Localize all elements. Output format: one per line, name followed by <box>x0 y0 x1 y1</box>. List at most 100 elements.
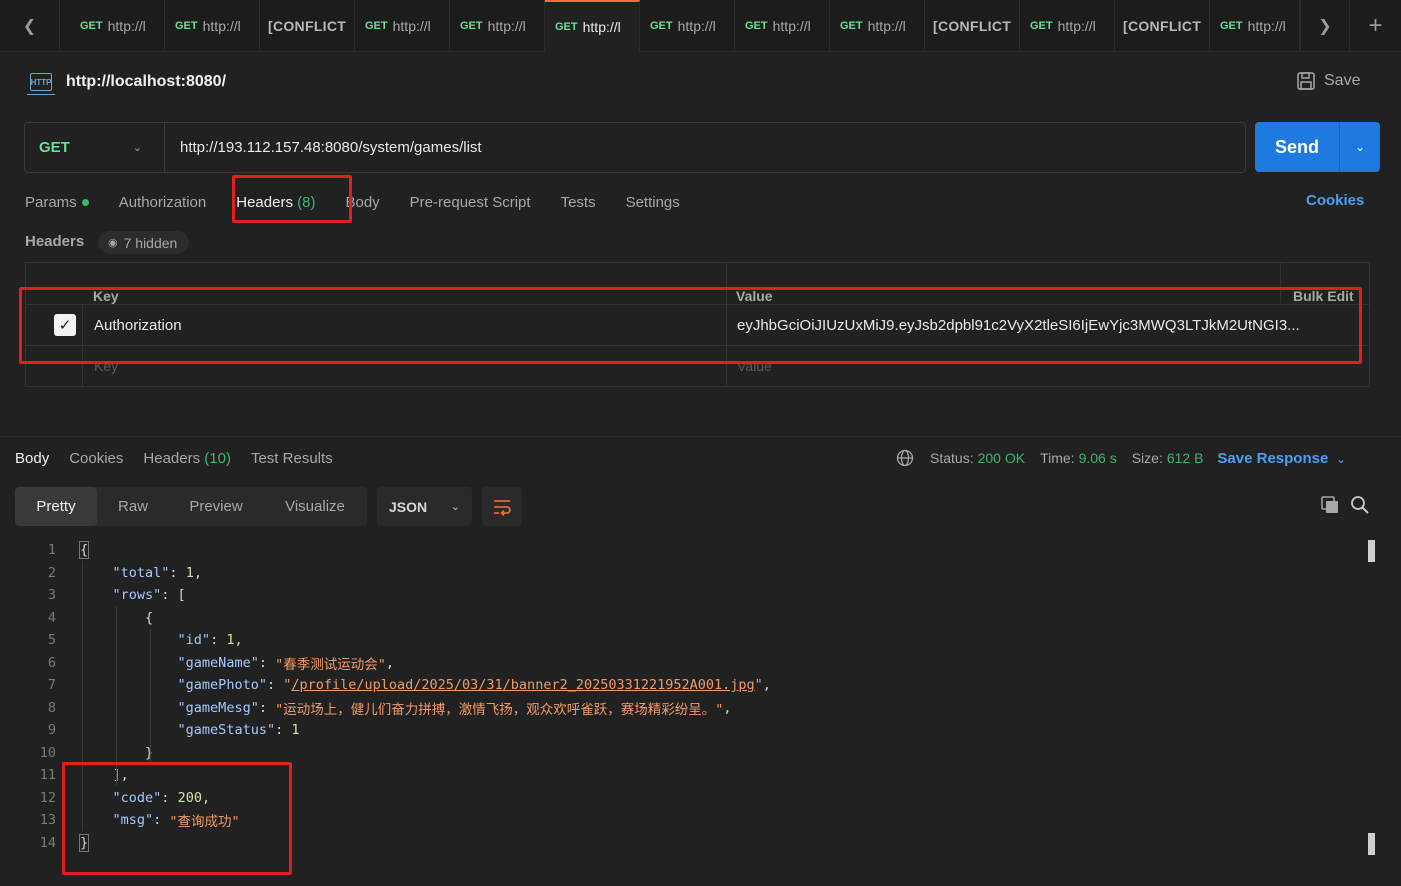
tab-response-headers[interactable]: Headers (10) <box>143 450 231 467</box>
conflict-tab[interactable]: [CONFLICT <box>1115 0 1210 52</box>
view-visualize-button[interactable]: Visualize <box>263 487 367 526</box>
code-line: 6 "gameName": "春季测试运动会", <box>47 654 394 673</box>
chevron-down-icon: ⌄ <box>1336 453 1346 466</box>
scrollbar-thumb-bottom[interactable] <box>1368 833 1375 855</box>
tab-body[interactable]: Body <box>345 194 379 211</box>
new-value-input[interactable]: Value <box>737 358 772 374</box>
header-enabled-checkbox[interactable]: ✓ <box>54 314 76 336</box>
code-line: 13 "msg": "查询成功" <box>39 812 240 831</box>
request-tab-strip: ❮ GET http://l GET http://l [CONFLICT GET h… <box>0 0 1401 52</box>
response-tabs: Body Cookies Headers (10) Test Results <box>15 446 353 470</box>
send-button[interactable]: Send <box>1255 137 1339 158</box>
table-divider <box>726 263 727 386</box>
method-label: GET <box>39 139 70 156</box>
column-key: Key <box>93 287 119 304</box>
request-config-tabs: Params Authorization Headers (8) Body Pr… <box>25 190 710 214</box>
table-row: ✓ Authorization eyJhbGciOiJIUzUxMiJ9.eyJ… <box>26 305 1369 346</box>
request-tab[interactable]: GET http://l <box>1210 0 1300 52</box>
view-preview-button[interactable]: Preview <box>169 487 263 526</box>
send-options-chevron-icon[interactable]: ⌄ <box>1340 140 1380 154</box>
response-view-bar: Pretty Raw Preview Visualize JSON ⌄ <box>15 487 522 526</box>
table-row-empty: Key Value <box>26 346 1369 386</box>
bulk-edit-button[interactable]: Bulk Edit <box>1293 288 1354 304</box>
url-bar: GET ⌄ <box>24 122 1246 173</box>
chevron-right-icon: ❯ <box>1318 18 1332 35</box>
tab-test-results[interactable]: Test Results <box>251 450 333 467</box>
scroll-tabs-left-button[interactable]: ❮ <box>0 0 60 52</box>
tab-response-body[interactable]: Body <box>15 450 49 467</box>
tab-headers[interactable]: Headers (8) <box>236 194 315 211</box>
save-response-button[interactable]: Save Response ⌄ <box>1217 450 1345 467</box>
wrap-lines-button[interactable] <box>482 487 522 526</box>
tab-authorization[interactable]: Authorization <box>119 194 207 211</box>
header-key-cell[interactable]: Authorization <box>94 317 182 334</box>
scrollbar-thumb-top[interactable] <box>1368 540 1375 562</box>
save-button[interactable]: Save <box>1296 71 1360 91</box>
format-select[interactable]: JSON ⌄ <box>377 487 472 526</box>
search-icon[interactable] <box>1350 495 1370 515</box>
code-line: 2 "total": 1, <box>47 564 202 581</box>
new-key-input[interactable]: Key <box>94 358 118 374</box>
url-input[interactable] <box>180 139 1220 156</box>
indent-guide <box>150 629 151 764</box>
request-tab-active[interactable]: GET http://l <box>545 0 640 52</box>
code-line: 1{ <box>47 541 90 560</box>
method-select[interactable]: GET ⌄ <box>25 123 165 172</box>
table-divider <box>82 305 83 386</box>
headers-section-title: Headers <box>25 233 85 250</box>
code-line: 3 "rows": [ <box>47 587 186 604</box>
view-pretty-button[interactable]: Pretty <box>15 487 97 526</box>
code-line: 7 "gamePhoto": "/profile/upload/2025/03/… <box>47 677 771 694</box>
indent-guide <box>116 606 117 786</box>
cookies-link[interactable]: Cookies <box>1306 192 1364 209</box>
size-value: 612 B <box>1166 450 1204 466</box>
plus-icon: + <box>1368 12 1383 39</box>
copy-icon[interactable] <box>1320 495 1340 515</box>
status-label: Status: <box>930 450 974 466</box>
wrap-lines-icon <box>494 499 511 516</box>
hidden-headers-toggle[interactable]: ◉ 7 hidden <box>98 231 190 254</box>
request-tab[interactable]: GET http://l <box>1020 0 1115 52</box>
chevron-down-icon: ⌄ <box>132 142 142 154</box>
column-value: Value <box>736 287 773 304</box>
globe-icon[interactable] <box>896 449 914 467</box>
time-value: 9.06 s <box>1078 450 1117 466</box>
tab-response-cookies[interactable]: Cookies <box>69 450 123 467</box>
save-label: Save <box>1324 72 1361 89</box>
tab-params[interactable]: Params <box>25 194 89 211</box>
view-raw-button[interactable]: Raw <box>97 487 169 526</box>
header-value-cell[interactable]: eyJhbGciOiJIUzUxMiJ9.eyJsb2dpbl91c2VyX2t… <box>737 317 1300 334</box>
conflict-tab[interactable]: [CONFLICT <box>925 0 1020 52</box>
tab-tests[interactable]: Tests <box>561 194 596 211</box>
request-tab[interactable]: GET http://l <box>640 0 735 52</box>
response-body-code[interactable]: 1{ 2 "total": 1, 3 "rows": [ 4 { 5 "id":… <box>0 539 1360 854</box>
code-line: 9 "gameStatus": 1 <box>47 722 300 739</box>
request-tab[interactable]: GET http://l <box>70 0 165 52</box>
code-line: 5 "id": 1, <box>47 632 243 649</box>
request-tab[interactable]: GET http://l <box>735 0 830 52</box>
headers-table: Key Value Bulk Edit ✓ Authorization eyJh… <box>25 262 1370 387</box>
request-tab[interactable]: GET http://l <box>450 0 545 52</box>
tab-list: GET http://l GET http://l [CONFLICT GET htt… <box>70 0 1300 52</box>
request-name[interactable]: http://localhost:8080/ <box>66 73 226 91</box>
request-tab[interactable]: GET http://l <box>355 0 450 52</box>
tab-settings[interactable]: Settings <box>626 194 680 211</box>
code-line: 8 "gameMesg": "运动场上，健儿们奋力拼搏，激情飞扬，观众欢呼雀跃，… <box>47 699 732 718</box>
response-status-bar: Status: 200 OK Time: 9.06 s Size: 612 B … <box>896 446 1346 470</box>
code-line: 4 { <box>47 609 154 626</box>
size-label: Size: <box>1131 450 1163 466</box>
game-photo-link[interactable]: /profile/upload/2025/03/31/banner2_20250… <box>291 677 754 693</box>
params-active-dot <box>81 199 89 207</box>
send-button-group: Send ⌄ <box>1255 122 1380 172</box>
headers-table-header: Key Value Bulk Edit <box>26 263 1369 305</box>
view-mode-segmented: Pretty Raw Preview Visualize <box>15 487 367 526</box>
conflict-tab[interactable]: [CONFLICT <box>260 0 355 52</box>
scroll-tabs-right-button[interactable]: ❯ <box>1300 0 1350 52</box>
tab-prerequest-script[interactable]: Pre-request Script <box>410 194 531 211</box>
eye-icon: ◉ <box>108 237 118 249</box>
request-tab[interactable]: GET http://l <box>165 0 260 52</box>
new-tab-button[interactable]: + <box>1350 0 1401 52</box>
request-title-bar: HTTP http://localhost:8080/ <box>27 70 226 95</box>
pane-divider[interactable] <box>0 436 1401 437</box>
request-tab[interactable]: GET http://l <box>830 0 925 52</box>
